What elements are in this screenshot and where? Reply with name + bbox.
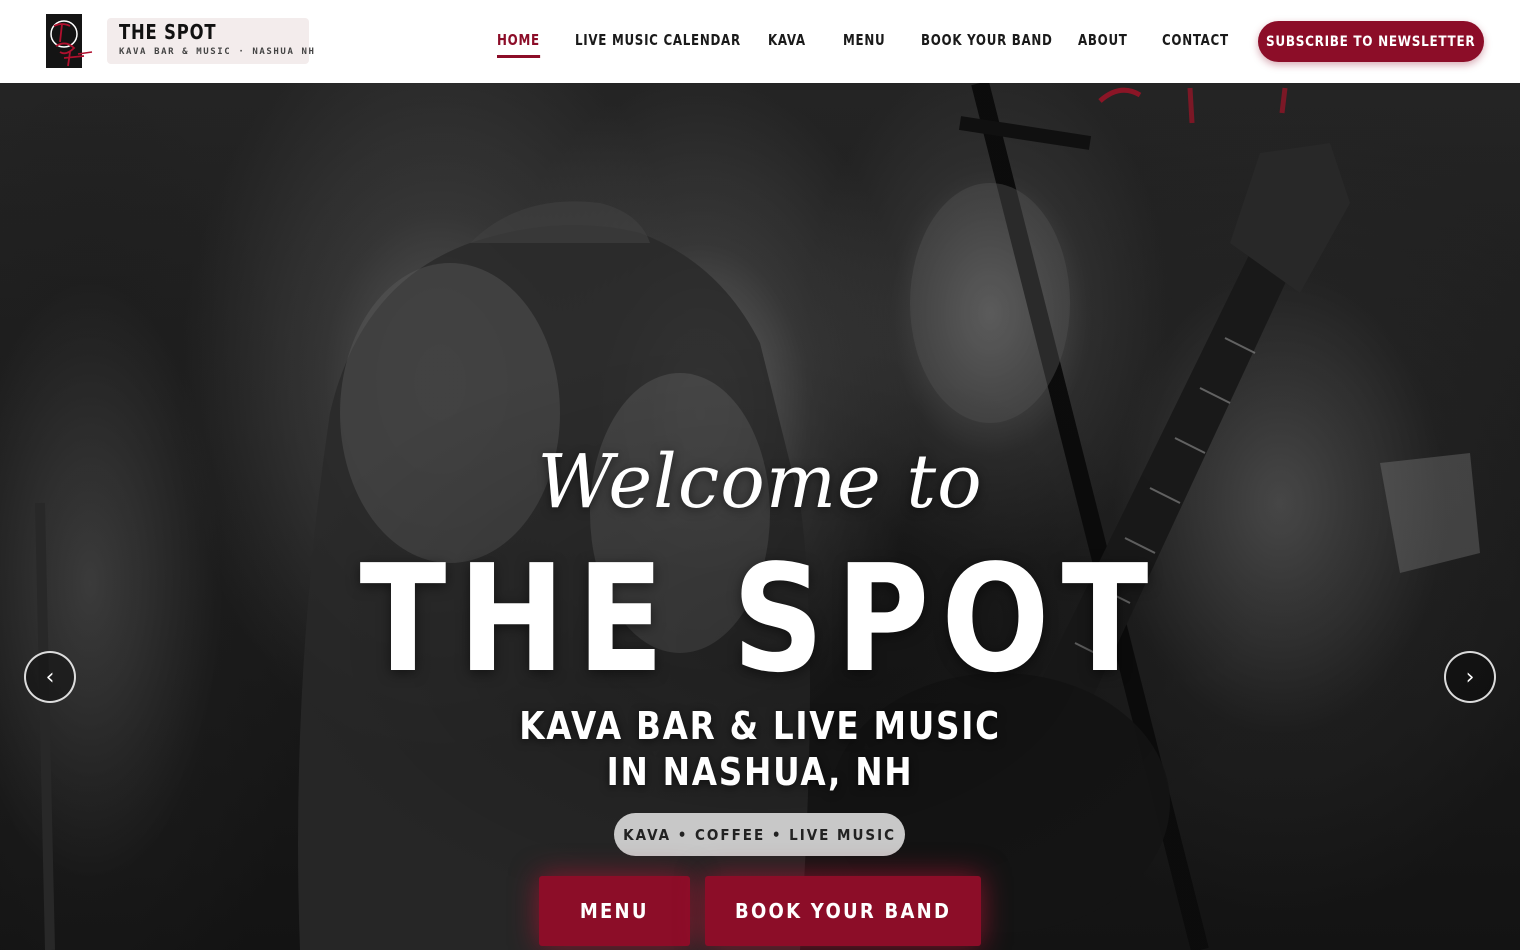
nav-item-live-music-calendar[interactable]: LIVE MUSIC CALENDAR [575,31,741,53]
the-spot-logo-icon[interactable] [44,12,94,70]
hero-book-band-label: BOOK YOUR BAND [734,899,952,923]
brand-title: THE SPOT [119,20,217,44]
tagline-pill: KAVA • COFFEE • LIVE MUSIC [614,813,905,856]
hero-menu-button[interactable]: MENU [539,876,690,946]
brand-subtitle: KAVA BAR & MUSIC · NASHUA NH [119,47,316,57]
site-header: THE SPOT KAVA BAR & MUSIC · NASHUA NH HO… [0,0,1520,83]
hero-slider: Welcome to THE SPOT KAVA BAR & LIVE MUSI… [0,83,1520,950]
hero-book-band-button[interactable]: BOOK YOUR BAND [705,876,981,946]
hero-welcome-script: Welcome to [537,439,983,525]
nav-item-contact[interactable]: CONTACT [1162,31,1229,53]
brand-block[interactable]: THE SPOT KAVA BAR & MUSIC · NASHUA NH [107,18,314,64]
tagline-text: KAVA • COFFEE • LIVE MUSIC [623,825,896,844]
chevron-right-icon: › [1465,664,1475,690]
nav-item-kava[interactable]: KAVA [768,31,806,53]
subscribe-newsletter-button[interactable]: SUBSCRIBE TO NEWSLETTER [1258,21,1484,62]
hero-subtitle-line-1: KAVA BAR & LIVE MUSIC [519,704,1001,748]
slider-next-button[interactable]: › [1444,651,1496,703]
subscribe-newsletter-label: SUBSCRIBE TO NEWSLETTER [1266,33,1476,50]
nav-item-book-your-band[interactable]: BOOK YOUR BAND [921,31,1053,53]
nav-item-home[interactable]: HOME [497,31,540,58]
hero-subtitle: KAVA BAR & LIVE MUSIC IN NASHUA, NH [106,703,1413,795]
hero-menu-label: MENU [580,899,649,923]
nav-item-about[interactable]: ABOUT [1078,31,1128,53]
nav-item-menu[interactable]: MENU [843,31,885,53]
hero-title: THE SPOT [359,533,1161,705]
hero-subtitle-line-2: IN NASHUA, NH [606,750,914,794]
chevron-left-icon: ‹ [45,664,55,690]
slider-prev-button[interactable]: ‹ [24,651,76,703]
